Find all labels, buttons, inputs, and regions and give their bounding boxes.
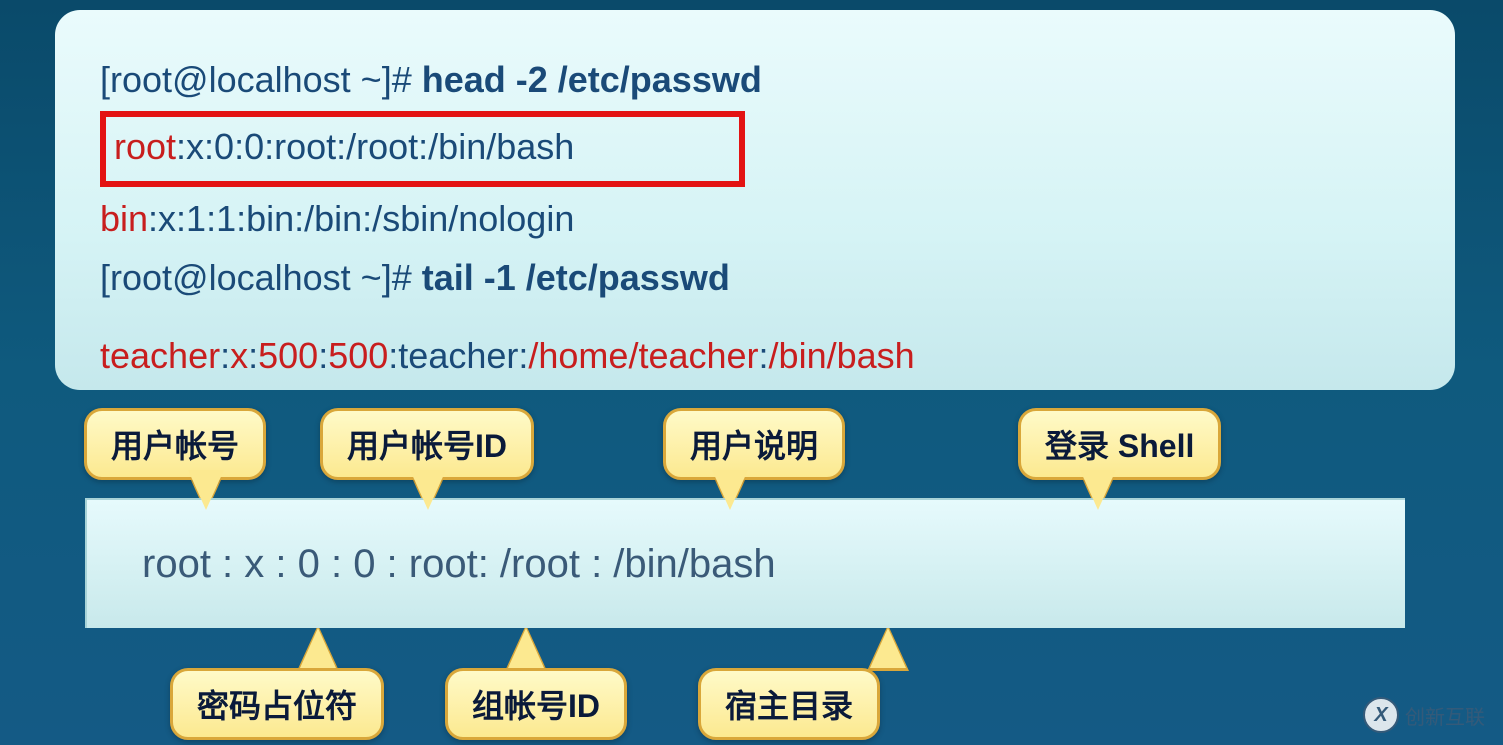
command-head: head -2 /etc/passwd (422, 59, 762, 100)
pointer-password (300, 628, 336, 668)
pointer-gecos (712, 470, 748, 510)
label-gecos: 用户说明 (663, 408, 845, 480)
fields-breakdown-text: root : x : 0 : 0 : root: /root : /bin/ba… (142, 542, 776, 587)
terminal-line-5: teacher:x:500:500:teacher:/home/teacher:… (100, 326, 1410, 385)
label-shell: 登录 Shell (1018, 408, 1221, 480)
label-username: 用户帐号 (84, 408, 266, 480)
pointer-uid (410, 470, 446, 510)
passwd-root-user: root (114, 126, 176, 167)
sep: : (518, 335, 528, 376)
pointer-gid (508, 628, 544, 668)
terminal-line-1: [root@localhost ~]# head -2 /etc/passwd (100, 50, 1410, 109)
sep: : (248, 335, 258, 376)
highlighted-row: root:x:0:0:root:/root:/bin/bash (100, 111, 745, 186)
teacher-uid: 500 (258, 335, 318, 376)
sep: : (220, 335, 230, 376)
terminal-line-3: bin:x:1:1:bin:/bin:/sbin/nologin (100, 189, 1410, 248)
teacher-user: teacher (100, 335, 220, 376)
teacher-shell: /bin/bash (769, 335, 915, 376)
watermark-icon: X (1363, 697, 1399, 733)
sep: : (388, 335, 398, 376)
passwd-root-rest: :x:0:0:root:/root:/bin/bash (176, 126, 574, 167)
pointer-home (870, 628, 906, 668)
passwd-bin-rest: :x:1:1:bin:/bin:/sbin/nologin (148, 198, 574, 239)
sep: : (318, 335, 328, 376)
teacher-gecos: teacher (398, 335, 518, 376)
label-home: 宿主目录 (698, 668, 880, 740)
passwd-bin-user: bin (100, 198, 148, 239)
terminal-panel: [root@localhost ~]# head -2 /etc/passwd … (55, 10, 1455, 390)
sep: : (759, 335, 769, 376)
fields-breakdown-panel: root : x : 0 : 0 : root: /root : /bin/ba… (85, 498, 1405, 628)
prompt-1: [root@localhost ~]# (100, 59, 422, 100)
pointer-username (188, 470, 224, 510)
terminal-line-4: [root@localhost ~]# tail -1 /etc/passwd (100, 248, 1410, 307)
label-password: 密码占位符 (170, 668, 384, 740)
pointer-shell (1080, 470, 1116, 510)
command-tail: tail -1 /etc/passwd (422, 257, 730, 298)
teacher-home: /home/teacher (528, 335, 758, 376)
label-gid: 组帐号ID (445, 668, 627, 740)
teacher-gid: 500 (328, 335, 388, 376)
watermark-text: 创新互联 (1405, 701, 1485, 730)
prompt-2: [root@localhost ~]# (100, 257, 422, 298)
watermark: X 创新互联 (1363, 697, 1485, 733)
teacher-x: x (230, 335, 248, 376)
